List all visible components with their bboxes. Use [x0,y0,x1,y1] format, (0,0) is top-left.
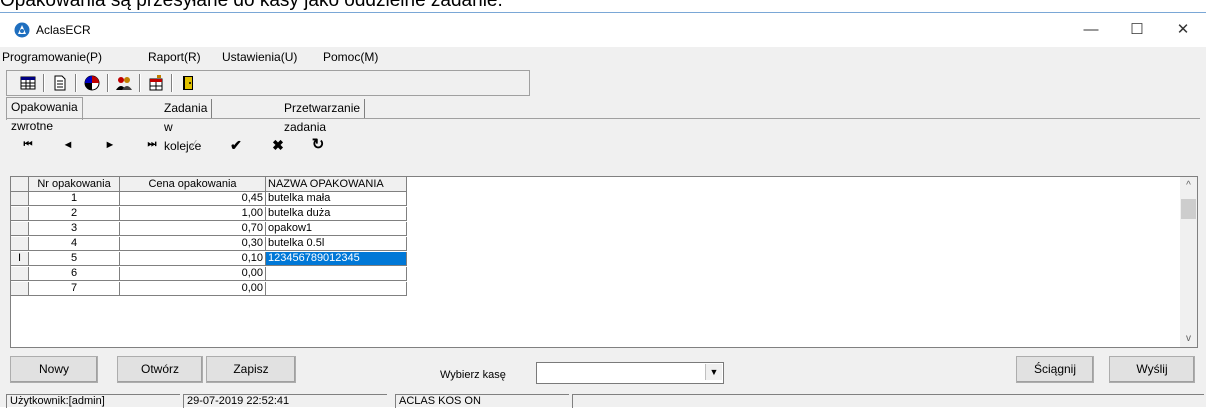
close-button[interactable]: ✕ [1160,13,1206,47]
menu-pomoc[interactable]: Pomoc(M) [323,49,378,65]
toolbar-separator [139,74,141,92]
cell-nr[interactable]: 2 [29,207,120,221]
maximize-button[interactable]: ☐ [1114,13,1160,47]
scroll-thumb[interactable] [1181,199,1196,219]
row-indicator [11,192,29,206]
packaging-grid[interactable]: Nr opakowania Cena opakowania NAZWA OPAK… [10,176,1198,348]
cell-name[interactable]: butelka mała [266,192,407,206]
minimize-button[interactable]: — [1068,13,1114,47]
cell-nr[interactable]: 6 [29,267,120,281]
nav-edit-button[interactable]: ⁄ [180,132,208,158]
window-title: AclasECR [36,23,91,37]
app-window: AclasECR — ☐ ✕ Programowanie(P) Raport(R… [0,12,1206,408]
menu-bar: Programowanie(P) Raport(R) Ustawienia(U)… [0,47,1206,67]
chevron-down-icon[interactable]: ▼ [705,364,722,380]
tab-opakowania-zwrotne[interactable]: Opakowania zwrotne [6,97,83,133]
cell-price[interactable]: 0,45 [120,192,266,206]
cell-nr[interactable]: 1 [29,192,120,206]
table-row[interactable]: 2 1,00 butelka duża [11,207,407,221]
tab-przetwarzanie-zadania[interactable]: Przetwarzanie zadania [280,99,366,134]
cell-price[interactable]: 0,70 [120,222,266,236]
column-header-nr[interactable]: Nr opakowania [29,177,120,192]
exit-door-icon[interactable] [179,74,197,92]
grid-vertical-scrollbar[interactable]: ^ v [1180,177,1197,347]
tab-zadania-w-kolejce[interactable]: Zadania w kolejce [160,99,213,153]
cell-name[interactable]: opakow1 [266,222,407,236]
download-button[interactable]: Ściągnij [1016,356,1094,383]
nav-next-button[interactable]: ► [96,132,124,158]
row-indicator [11,222,29,236]
cell-price[interactable]: 0,00 [120,282,266,296]
cell-nr[interactable]: 3 [29,222,120,236]
table-row[interactable]: 1 0,45 butelka mała [11,192,407,206]
cell-nr[interactable]: 5 [29,252,120,266]
row-indicator [11,267,29,281]
menu-ustawienia[interactable]: Ustawienia(U) [222,49,297,65]
open-button[interactable]: Otwórz [117,356,203,383]
users-icon[interactable] [115,74,133,92]
table-edit-icon[interactable] [147,74,165,92]
cell-name[interactable] [266,267,407,281]
scroll-down-icon[interactable]: v [1180,330,1197,347]
cell-price[interactable]: 0,30 [120,237,266,251]
new-button[interactable]: Nowy [10,356,98,383]
toolbar-separator [107,74,109,92]
menu-programowanie[interactable]: Programowanie(P) [2,49,102,65]
toolbar [6,70,530,96]
title-bar: AclasECR — ☐ ✕ [0,13,1206,47]
cell-name[interactable] [266,282,407,296]
cell-price[interactable]: 1,00 [120,207,266,221]
cell-nr[interactable]: 7 [29,282,120,296]
status-bar: Użytkownik:[admin] 29-07-2019 22:52:41 A… [0,392,1206,408]
send-button[interactable]: Wyślij [1109,356,1195,383]
toolbar-separator [43,74,45,92]
cell-name[interactable]: butelka 0.5l [266,237,407,251]
nav-cancel-button[interactable]: ✖ [264,132,292,158]
cell-price[interactable]: 0,10 [120,252,266,266]
nav-first-button[interactable]: ⏮ [14,132,42,158]
row-indicator: I [11,252,29,266]
nav-prior-button[interactable]: ◄ [54,132,82,158]
column-header-name[interactable]: NAZWA OPAKOWANIA [266,177,407,192]
row-indicator [11,282,29,296]
nav-refresh-button[interactable]: ↻ [304,132,332,158]
cell-name[interactable]: 123456789012345 [266,252,407,266]
table-row[interactable]: 3 0,70 opakow1 [11,222,407,236]
grid-indicator-header [11,177,29,192]
toolbar-separator [75,74,77,92]
row-indicator [11,237,29,251]
table-row[interactable]: 7 0,00 [11,282,407,296]
cell-name[interactable]: butelka duża [266,207,407,221]
nav-post-button[interactable]: ✔ [222,132,250,158]
table-row[interactable]: 6 0,00 [11,267,407,281]
toolbar-separator [171,74,173,92]
color-palette-icon[interactable] [83,74,101,92]
row-indicator [11,207,29,221]
caption-text: Opakowania są przesyłane do kasy jako od… [0,0,503,11]
cell-price[interactable]: 0,00 [120,267,266,281]
scroll-up-icon[interactable]: ^ [1180,177,1197,194]
column-header-price[interactable]: Cena opakowania [120,177,266,192]
table-row[interactable]: 4 0,30 butelka 0.5l [11,237,407,251]
register-select-label: Wybierz kasę [440,369,506,381]
nav-last-button[interactable]: ⏭ [138,132,166,158]
menu-raport[interactable]: Raport(R) [148,49,201,65]
save-button[interactable]: Zapisz [206,356,296,383]
grid-view-icon[interactable] [19,74,37,92]
app-logo-icon [14,22,30,38]
register-select[interactable]: ▼ [536,362,724,384]
table-row[interactable]: I 5 0,10 123456789012345 [11,252,407,266]
document-icon[interactable] [51,74,69,92]
cell-nr[interactable]: 4 [29,237,120,251]
